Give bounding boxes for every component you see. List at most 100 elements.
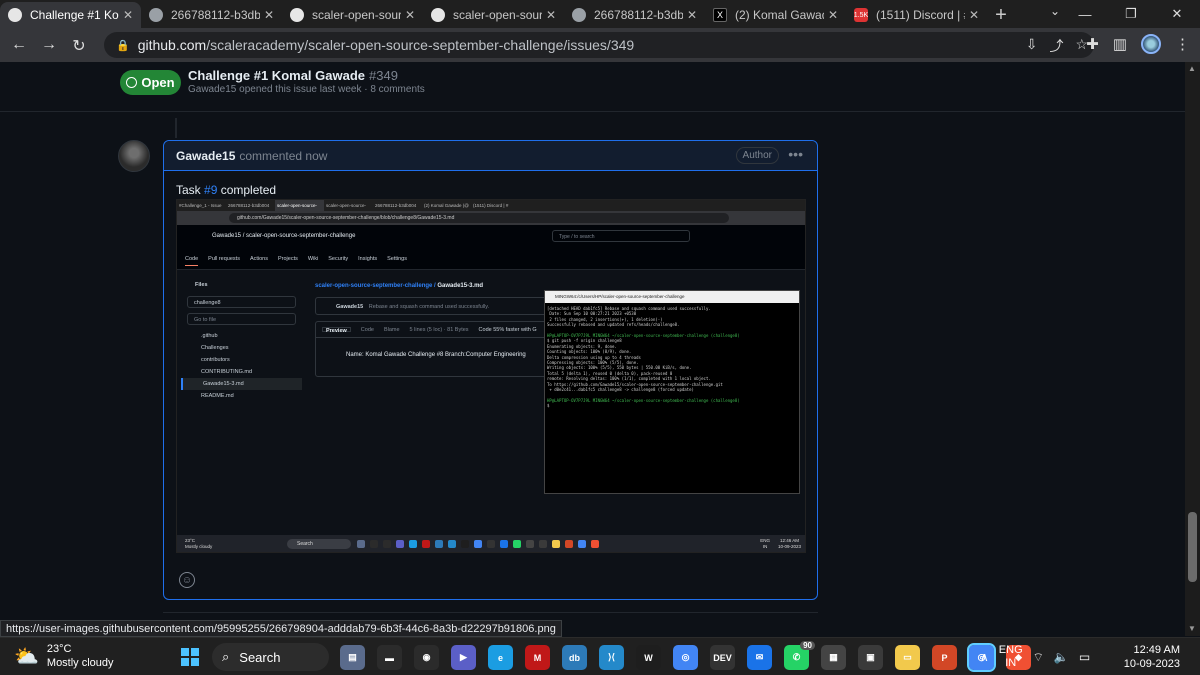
back-icon[interactable]: ←	[4, 36, 34, 56]
browser-tab[interactable]: scaler-open-source-s ✕	[282, 2, 423, 28]
mail-icon[interactable]: ✉	[747, 645, 772, 670]
wps-icon[interactable]: W	[636, 645, 661, 670]
share-icon[interactable]: ⤴	[1049, 36, 1063, 56]
tab-label: (2) Komal Gawade (@	[735, 8, 824, 22]
add-reaction-icon[interactable]: ☺	[179, 572, 195, 588]
vscode-icon[interactable]: ⟩⟨	[599, 645, 624, 670]
address-bar[interactable]: 🔒 github.com/scaleracademy/scaler-open-s…	[104, 32, 1094, 58]
shot-tray-date: 10-09-2023	[777, 544, 801, 549]
dev-icon[interactable]: DEV	[710, 645, 735, 670]
mysql-icon[interactable]: db	[562, 645, 587, 670]
shot-mail-icon	[500, 540, 508, 548]
ms-store-icon[interactable]: ▣	[858, 645, 883, 670]
comment-author-link[interactable]: Gawade15	[176, 149, 235, 163]
tray-overflow-icon[interactable]: ∧	[980, 650, 989, 664]
timeline-line	[175, 118, 177, 138]
browser-tab[interactable]: X (2) Komal Gawade (@ ✕	[705, 2, 846, 28]
minimize-button[interactable]: —	[1062, 0, 1108, 28]
explorer-icon[interactable]: ▭	[895, 645, 920, 670]
search-icon: ⌕	[222, 649, 230, 664]
close-icon[interactable]: ✕	[546, 8, 556, 22]
install-app-icon[interactable]: ⇩	[1026, 36, 1038, 56]
shot-nav-item: Actions	[249, 256, 268, 262]
powerpoint-icon[interactable]: P	[932, 645, 957, 670]
shot-breadcrumb-file: Gawade15-3.md	[437, 283, 484, 289]
scroll-up-icon[interactable]: ▲	[1188, 64, 1196, 73]
page-scrollbar[interactable]: ▲ ▼	[1185, 62, 1200, 636]
shot-branch-select: challenge8	[187, 296, 296, 308]
files-icon[interactable]: ▤	[340, 645, 365, 670]
extensions-icon[interactable]: ✚	[1086, 35, 1099, 53]
tray-lang: ENG	[998, 644, 1023, 656]
zoom-icon[interactable]: ▶	[451, 645, 476, 670]
wifi-icon[interactable]: ⌔	[1033, 650, 1044, 665]
close-window-button[interactable]: ✕	[1154, 0, 1200, 28]
github-icon	[290, 8, 304, 22]
shot-files-title: Files	[195, 282, 208, 288]
tab-label: scaler-open-source-s	[312, 8, 401, 22]
clock-date: 10-09-2023	[1123, 658, 1180, 670]
start-button[interactable]	[181, 648, 199, 666]
close-icon[interactable]: ✕	[969, 8, 979, 22]
browser-tab[interactable]: scaler-open-source-s ✕	[423, 2, 564, 28]
browser-tab[interactable]: 266788112-b3db004 ✕	[141, 2, 282, 28]
chrome-icon[interactable]: ◎	[673, 645, 698, 670]
task-link[interactable]: #9	[204, 183, 217, 197]
lock-icon[interactable]: 🔒	[116, 39, 130, 52]
tab-search-icon[interactable]: ⌄	[1050, 4, 1060, 18]
taskbar-app-icons: ▤ ▬ ◉ ▶ e Mdb ⟩⟨ W ◎ DEV ✉ ✆ 90 ▦ ▣ ▭ P ◎ ◆	[340, 641, 1031, 672]
shot-tab: (2) Komal Gawade (@	[424, 203, 469, 208]
scrollbar-thumb[interactable]	[1188, 512, 1197, 582]
browser-tab[interactable]: Challenge #1 Komal G ✕	[0, 2, 141, 28]
browser-tabstrip: Challenge #1 Komal G✕ 266788112-b3db004 ✕ s…	[0, 0, 1200, 28]
close-icon[interactable]: ✕	[405, 8, 415, 22]
close-icon[interactable]: ✕	[123, 8, 133, 22]
shot-git-icon	[591, 540, 599, 548]
close-icon[interactable]: ✕	[828, 8, 838, 22]
profile-avatar[interactable]	[1141, 34, 1161, 54]
comment-options-icon[interactable]: •••	[788, 146, 803, 162]
comment-timestamp[interactable]: commented now	[239, 149, 327, 163]
reload-icon[interactable]: ↻	[64, 36, 94, 56]
whatsapp-icon[interactable]: ✆ 90	[784, 641, 815, 670]
shot-tray: ENG IN 12:46 AM 10-09-2023	[760, 538, 801, 550]
camera-icon[interactable]: ◉	[414, 645, 439, 670]
shot-viewer-tab: Preview	[322, 327, 351, 334]
forward-icon[interactable]: →	[34, 36, 64, 56]
url-host: github.com	[137, 37, 207, 53]
new-tab-button[interactable]: +	[987, 2, 1015, 28]
browser-tab[interactable]: 1.5K (1511) Discord | # ✕	[846, 2, 987, 28]
close-icon[interactable]: ✕	[687, 8, 697, 22]
sticky-icon[interactable]: ▦	[821, 645, 846, 670]
shot-tree-item: contributors	[201, 357, 230, 363]
volume-icon[interactable]: 🔈	[1054, 650, 1069, 664]
close-icon[interactable]: ✕	[264, 8, 274, 22]
shot-edge-icon	[409, 540, 417, 548]
maximize-button[interactable]: ❐	[1108, 0, 1154, 28]
tab-label: (1511) Discord | #	[876, 8, 965, 22]
language-indicator[interactable]: ENG IN	[999, 644, 1023, 670]
edge-icon[interactable]: e	[488, 645, 513, 670]
shot-viewer-meta: 5 lines (5 loc) · 81 Bytes	[409, 327, 469, 333]
taskbar-search[interactable]: ⌕ Search	[212, 643, 329, 671]
menu-kebab-icon[interactable]: ⋮	[1175, 35, 1190, 53]
browser-tab[interactable]: 266788112-b3db004 ✕	[564, 2, 705, 28]
comment-attached-screenshot[interactable]: #Challenge_1 - Issue 266788112-b3db004 sca…	[176, 199, 806, 553]
comment-body-suffix: completed	[217, 183, 277, 197]
shot-wps-icon	[461, 540, 469, 548]
browser-toolbar: ← → ↻ 🔒 github.com/scaleracademy/scaler-…	[0, 28, 1200, 62]
shot-viewer-tab: Blame	[383, 327, 400, 333]
shot-mysql-icon	[435, 540, 443, 548]
shot-commit-msg: Rebase and squash command used successfu…	[368, 304, 490, 310]
shot-repo-nav: Code Pull requests Actions Projects Wiki Secu…	[185, 256, 407, 266]
comment-author-avatar[interactable]	[118, 140, 150, 172]
taskbar-clock[interactable]: 12:49 AM 10-09-2023	[1124, 643, 1180, 671]
mcafee-icon[interactable]: M	[525, 645, 550, 670]
weather-widget[interactable]: ⛅ 23°C Mostly cloudy	[14, 642, 114, 670]
shot-tray-region: IN	[762, 544, 768, 549]
battery-icon[interactable]: ▭	[1079, 650, 1090, 664]
folder-icon[interactable]: ▬	[377, 645, 402, 670]
tab-label: 266788112-b3db004	[171, 8, 260, 22]
side-panel-icon[interactable]: ▥	[1113, 35, 1127, 53]
scroll-down-icon[interactable]: ▼	[1188, 624, 1196, 633]
